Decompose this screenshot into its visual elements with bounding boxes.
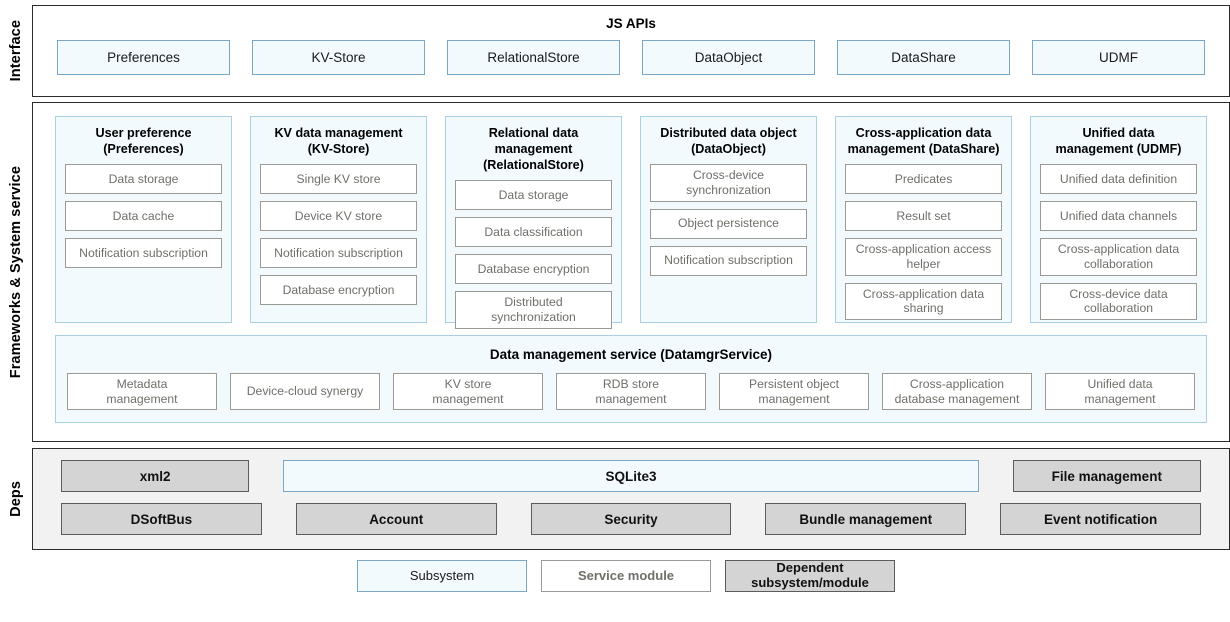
dependent-module-box[interactable]: Event notification [1000, 503, 1201, 535]
interface-layer-container: JS APIs Preferences KV-Store RelationalSto… [32, 5, 1230, 97]
module-item-list: Unified data definition Unified data chan… [1040, 164, 1197, 320]
frameworks-layer-label-text: Frameworks & System service [8, 165, 24, 379]
module-item-list: Data storage Data classification Database … [455, 180, 612, 329]
module-item-list: Single KV store Device KV store Notificati… [260, 164, 417, 306]
frameworks-layer-label: Frameworks & System service [0, 102, 32, 442]
service-module-box[interactable]: Cross-device synchronization [650, 164, 807, 202]
service-module-box[interactable]: Notification subscription [65, 238, 222, 269]
dependent-module-box[interactable]: Security [530, 503, 732, 535]
js-api-box[interactable]: DataShare [837, 40, 1010, 75]
service-module-box[interactable]: Distributed synchronization [455, 291, 612, 329]
service-module-box[interactable]: Database encryption [260, 275, 417, 306]
service-module-box[interactable]: Data storage [65, 164, 222, 195]
js-api-box-list: Preferences KV-Store RelationalStore DataOb… [57, 40, 1205, 75]
service-module-box[interactable]: Cross-application data sharing [845, 282, 1002, 320]
module-title: User preference (Preferences) [95, 126, 192, 157]
module-title: KV data management (KV-Store) [274, 126, 403, 157]
module-item-list: Data storage Data cache Notification subsc… [65, 164, 222, 269]
service-module-box[interactable]: Single KV store [260, 164, 417, 195]
module-title: Unified data management (UDMF) [1055, 126, 1182, 157]
module-column-list: User preference (Preferences) Data storage… [55, 116, 1207, 329]
legend-item-subsystem: Subsystem [357, 560, 527, 592]
js-api-box[interactable]: KV-Store [252, 40, 425, 75]
dependent-module-box[interactable]: Bundle management [765, 503, 967, 535]
deps-layer-label: Deps [0, 448, 32, 550]
data-management-service-item-list: Metadata management Device-cloud synergy KV… [67, 373, 1195, 411]
service-module-box[interactable]: Unified data definition [1040, 164, 1197, 195]
module-column: Unified data management (UDMF) Unified dat… [1030, 116, 1207, 323]
js-api-box[interactable]: Preferences [57, 40, 230, 75]
dependent-module-box[interactable]: xml2 [61, 460, 250, 492]
frameworks-layer-container: User preference (Preferences) Data storage… [32, 102, 1230, 442]
interface-layer-label: Interface [0, 5, 32, 97]
data-management-service-box[interactable]: RDB store management [556, 373, 706, 411]
service-module-box[interactable]: Data classification [455, 217, 612, 248]
module-column: KV data management (KV-Store) Single KV st… [250, 116, 427, 323]
data-management-service-box[interactable]: Metadata management [67, 373, 217, 411]
data-management-service-box[interactable]: Cross-application database management [882, 373, 1032, 411]
service-module-box[interactable]: Result set [845, 201, 1002, 232]
service-module-box[interactable]: Notification subscription [260, 238, 417, 269]
module-title: Distributed data object (DataObject) [660, 126, 797, 157]
module-column: Distributed data object (DataObject) Cross… [640, 116, 817, 323]
js-apis-title: JS APIs [606, 16, 656, 31]
data-management-service-box[interactable]: Persistent object management [719, 373, 869, 411]
data-management-service-box[interactable]: KV store management [393, 373, 543, 411]
deps-row-1: xml2 SQLite3 File management [61, 460, 1201, 492]
data-management-service-title: Data management service (DatamgrService) [489, 347, 773, 362]
service-module-box[interactable]: Unified data channels [1040, 201, 1197, 232]
legend: Subsystem Service module Dependent subsyste… [0, 560, 1230, 592]
dependent-module-box[interactable]: DSoftBus [61, 503, 262, 535]
module-column: Relational data management (RelationalStor… [445, 116, 622, 329]
data-management-service-box[interactable]: Unified data management [1045, 373, 1195, 411]
module-column: Cross-application data management (DataSh… [835, 116, 1012, 323]
service-module-box[interactable]: Cross-application access helper [845, 238, 1002, 276]
deps-row-2: DSoftBus Account Security Bundle management… [61, 503, 1201, 535]
deps-layer-container: xml2 SQLite3 File management DSoftBus Accou… [32, 448, 1230, 550]
module-item-list: Cross-device synchronization Object persis… [650, 164, 807, 276]
service-module-box[interactable]: Cross-application data collaboration [1040, 238, 1197, 276]
deps-layer-label-text: Deps [8, 481, 24, 517]
service-module-box[interactable]: Device KV store [260, 201, 417, 232]
module-title: Cross-application data management (DataSh… [847, 126, 1000, 157]
module-title: Relational data management (RelationalStor… [483, 126, 584, 173]
subsystem-dep-box[interactable]: SQLite3 [283, 460, 979, 492]
dependent-module-box[interactable]: File management [1012, 460, 1201, 492]
js-api-box[interactable]: RelationalStore [447, 40, 620, 75]
service-module-box[interactable]: Predicates [845, 164, 1002, 195]
legend-item-dependent: Dependent subsystem/module [725, 560, 895, 592]
data-management-service-box[interactable]: Device-cloud synergy [230, 373, 380, 411]
module-column: User preference (Preferences) Data storage… [55, 116, 232, 323]
interface-layer: Interface JS APIs Preferences KV-Store Rel… [0, 0, 1230, 97]
service-module-box[interactable]: Notification subscription [650, 245, 807, 276]
service-module-box[interactable]: Cross-device data collaboration [1040, 282, 1197, 320]
service-module-box[interactable]: Object persistence [650, 208, 807, 239]
dependent-module-box[interactable]: Account [295, 503, 497, 535]
deps-layer: Deps xml2 SQLite3 File management DSoftBus… [0, 442, 1230, 550]
frameworks-system-service-layer: Frameworks & System service User prefere… [0, 97, 1230, 442]
js-api-box[interactable]: UDMF [1032, 40, 1205, 75]
js-api-box[interactable]: DataObject [642, 40, 815, 75]
service-module-box[interactable]: Data cache [65, 201, 222, 232]
service-module-box[interactable]: Data storage [455, 180, 612, 211]
data-management-service-band: Data management service (DatamgrService)… [55, 335, 1207, 424]
legend-item-service: Service module [541, 560, 711, 592]
service-module-box[interactable]: Database encryption [455, 254, 612, 285]
module-item-list: Predicates Result set Cross-application ac… [845, 164, 1002, 320]
interface-layer-label-text: Interface [8, 20, 24, 82]
